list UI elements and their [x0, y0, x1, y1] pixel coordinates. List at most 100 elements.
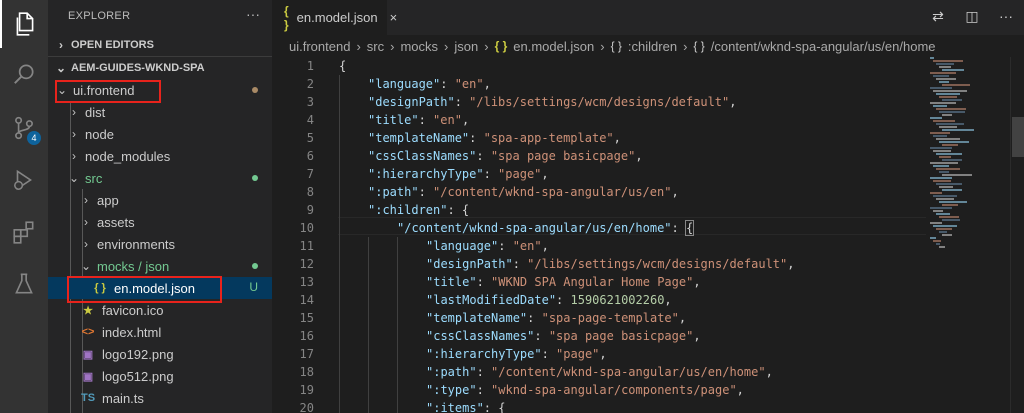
search-icon[interactable]	[0, 50, 48, 98]
tree-folder[interactable]: › node	[48, 123, 272, 145]
tree-folder[interactable]: ⌄ mocks / json	[48, 255, 272, 277]
split-editor-icon[interactable]: ◫	[964, 8, 980, 25]
minimap-line	[942, 69, 964, 71]
minimap-line	[939, 246, 945, 248]
json-punctuation: :	[534, 329, 549, 343]
minimap-line	[939, 171, 949, 173]
chevron-down-icon: ⌄	[55, 61, 67, 75]
git-status-letter: U	[249, 280, 258, 294]
source-control-icon[interactable]: 4	[0, 104, 48, 152]
tree-folder[interactable]: › assets	[48, 211, 272, 233]
json-key: ":items"	[426, 401, 484, 413]
line-number: 11	[299, 239, 314, 253]
minimap-line	[936, 243, 940, 245]
code-text: "title": "en",	[368, 111, 469, 129]
chevron-right-icon: ›	[444, 38, 449, 54]
json-punctuation: :	[476, 149, 491, 163]
minimap-line	[933, 225, 957, 227]
json-punctuation: ,	[541, 167, 549, 181]
line-number: 13	[299, 275, 314, 289]
minimap-line	[942, 204, 958, 206]
tree-file[interactable]: TS main.ts	[48, 387, 272, 409]
tree-file[interactable]: ▣ logo192.png	[48, 343, 272, 365]
json-punctuation: :	[541, 347, 557, 361]
code-text: ":hierarchyType": "page",	[426, 345, 607, 363]
json-key: ":hierarchyType"	[426, 347, 542, 361]
code-line: 10 "/content/wknd-spa-angular/us/en/home"…	[272, 219, 932, 237]
tree-item-label: assets	[97, 214, 135, 230]
code-line: 16 "cssClassNames": "spa page basicpage",	[272, 327, 932, 345]
open-editors-section[interactable]: › OPEN EDITORS	[48, 34, 272, 56]
json-punctuation: :	[498, 239, 513, 253]
code-text: ":items": {	[426, 399, 505, 413]
code-text: "templateName": "spa-app-template",	[368, 129, 621, 147]
tree-file[interactable]: ▣ logo512.png	[48, 365, 272, 387]
scrollbar-thumb[interactable]	[1012, 117, 1024, 157]
minimap-line	[930, 222, 942, 224]
code-line: 1{	[272, 57, 932, 75]
tab-en-model-json[interactable]: { } en.model.json ×	[272, 0, 397, 35]
breadcrumb-item[interactable]: mocks	[400, 39, 438, 54]
vertical-scrollbar[interactable]	[1010, 57, 1024, 413]
chevron-right-icon: ›	[84, 215, 88, 229]
minimap-line	[930, 132, 950, 134]
json-punctuation: :	[418, 185, 434, 199]
json-punctuation: :	[476, 365, 492, 379]
json-key: "lastModifiedDate"	[426, 293, 557, 307]
tree-item-label: index.html	[102, 324, 162, 340]
tree-item-label: dist	[85, 104, 106, 120]
more-actions-icon[interactable]: ···	[998, 8, 1014, 25]
minimap[interactable]	[926, 57, 1016, 248]
line-number: 16	[299, 329, 314, 343]
extensions-icon[interactable]	[0, 208, 48, 256]
testing-icon[interactable]	[0, 260, 48, 308]
minimap-line	[933, 135, 947, 137]
minimap-line	[930, 177, 952, 179]
code-line: 7 ":hierarchyType": "page",	[272, 165, 932, 183]
minimap-line	[939, 126, 957, 128]
line-number: 4	[306, 113, 314, 127]
minimap-line	[930, 147, 952, 149]
tree-folder[interactable]: › node_modules	[48, 145, 272, 167]
json-string: "spa-page-template"	[541, 311, 679, 325]
breadcrumb-item[interactable]: json	[454, 39, 478, 54]
tree-folder[interactable]: › dist	[48, 101, 272, 123]
explorer-more-icon[interactable]: ···	[246, 6, 260, 22]
tree-folder[interactable]: › environments	[48, 233, 272, 255]
workspace-section[interactable]: ⌄ AEM-GUIDES-WKND-SPA	[48, 57, 272, 79]
code-text: ":path": "/content/wknd-spa-angular/us/e…	[426, 363, 773, 381]
breadcrumb-item[interactable]: en.model.json	[513, 39, 594, 54]
json-key: "title"	[368, 113, 419, 127]
tree-item-label: favicon.ico	[102, 302, 164, 318]
tree-item-label: main.ts	[102, 390, 144, 406]
close-icon[interactable]: ×	[390, 10, 398, 25]
tree-file[interactable]: <> index.html	[48, 321, 272, 343]
line-number: 2	[306, 77, 314, 91]
tree-folder[interactable]: › app	[48, 189, 272, 211]
code-text: "cssClassNames": "spa page basicpage",	[426, 327, 701, 345]
code-editor[interactable]: 1{2 "language": "en", 3 "designPath": "/lib…	[272, 57, 1024, 413]
breadcrumb-item[interactable]: src	[367, 39, 384, 54]
minimap-line	[942, 189, 962, 191]
tree-item-label: mocks / json	[97, 258, 170, 274]
tree-folder[interactable]: ⌄ src	[48, 167, 272, 189]
json-punctuation: ,	[693, 329, 701, 343]
code-line: 2 "language": "en",	[272, 75, 932, 93]
breadcrumb-item[interactable]: /content/wknd-spa-angular/us/en/home	[711, 39, 936, 54]
code-line: 6 "cssClassNames": "spa page basicpage",	[272, 147, 932, 165]
chevron-right-icon: ›	[84, 193, 88, 207]
open-editors-label: OPEN EDITORS	[71, 39, 154, 51]
code-line: 9 ":children": {	[272, 201, 932, 219]
code-text: "designPath": "/libs/settings/wcm/design…	[368, 93, 736, 111]
compare-changes-icon[interactable]: ⇄	[930, 8, 946, 25]
breadcrumb-item[interactable]: ui.frontend	[289, 39, 350, 54]
json-punctuation: :	[556, 293, 571, 307]
run-debug-icon[interactable]	[0, 156, 48, 204]
breadcrumb-item[interactable]: :children	[628, 39, 677, 54]
json-punctuation: :	[440, 77, 455, 91]
code-line: 4 "title": "en",	[272, 111, 932, 129]
chevron-down-icon: ⌄	[68, 171, 80, 185]
json-string: "en"	[454, 77, 484, 91]
minimap-line	[942, 234, 952, 236]
files-icon[interactable]	[0, 0, 48, 48]
